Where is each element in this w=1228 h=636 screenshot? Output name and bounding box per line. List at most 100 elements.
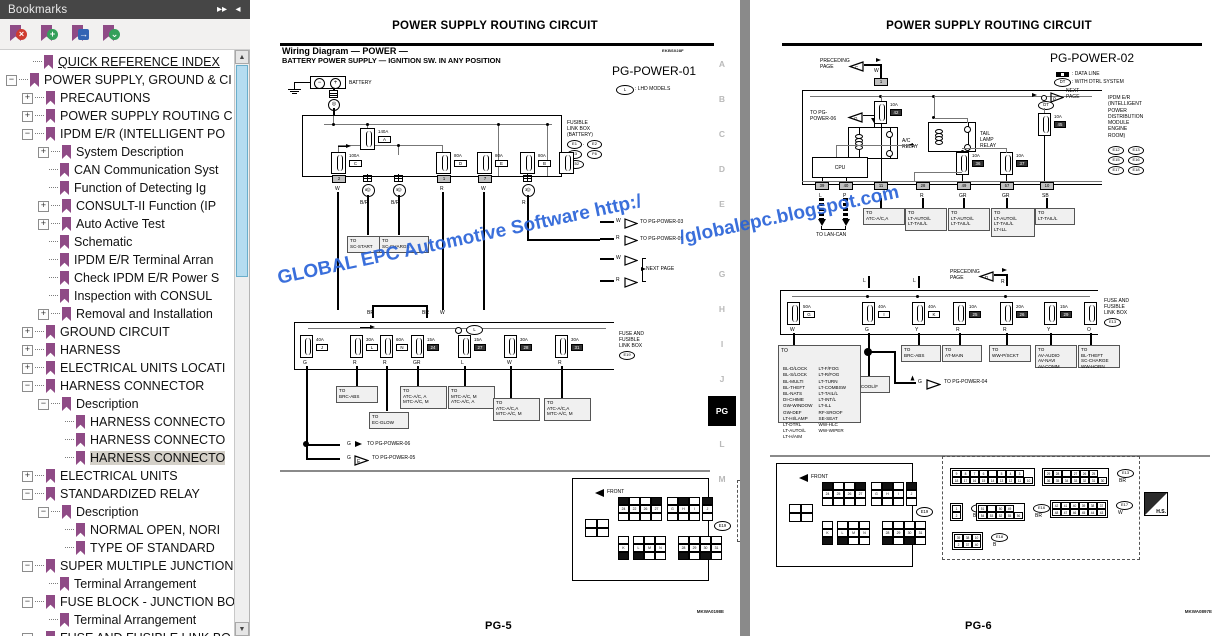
tail-lamp-relay-label: TAIL LAMP RELAY: [980, 131, 997, 149]
bookmark-item[interactable]: Function of Detecting Ig: [6, 179, 235, 197]
collapse-icon[interactable]: −: [22, 128, 33, 140]
index-tab-m[interactable]: M: [708, 461, 736, 496]
index-tab-blank[interactable]: [708, 221, 736, 256]
bookmark-item[interactable]: TYPE OF STANDARD: [6, 539, 235, 557]
expand-icon[interactable]: +: [38, 200, 49, 212]
index-tab-l[interactable]: L: [708, 426, 736, 461]
index-tab-a[interactable]: A: [708, 46, 736, 81]
connector-cell: [618, 536, 629, 544]
collapse-icon[interactable]: −: [22, 560, 33, 572]
index-tab-j[interactable]: J: [708, 361, 736, 396]
connector-e18: E18: [1128, 166, 1144, 175]
arrow-right-badge-icon: →: [78, 29, 89, 40]
collapse-icon[interactable]: −: [22, 596, 33, 608]
bookmark-item[interactable]: + Removal and Installation: [6, 305, 235, 323]
expand-icon[interactable]: +: [22, 92, 33, 104]
triangle-left-icon[interactable]: ◂: [230, 2, 246, 18]
bookmark-item[interactable]: − POWER SUPPLY, GROUND & CI: [6, 71, 235, 89]
index-tab-g[interactable]: G: [708, 256, 736, 291]
bookmark-item[interactable]: + System Description: [6, 143, 235, 161]
index-tab-h[interactable]: H: [708, 291, 736, 326]
connector-pin: 45: [1079, 509, 1088, 516]
bookmark-item[interactable]: − FUSE BLOCK - JUNCTION BO: [6, 593, 235, 611]
expand-icon[interactable]: +: [22, 344, 33, 356]
bookmark-item[interactable]: − HARNESS CONNECTOR: [6, 377, 235, 395]
bookmark-item[interactable]: HARNESS CONNECTO: [6, 431, 235, 449]
hs-label: H.S.: [1156, 509, 1166, 515]
delete-bookmark-button[interactable]: ×: [10, 24, 30, 44]
bookmark-item[interactable]: + CONSULT-II Function (IP: [6, 197, 235, 215]
connector-pin: 55: [1005, 512, 1014, 519]
scroll-up-arrow-icon[interactable]: ▲: [235, 50, 249, 64]
tree-connector: [49, 583, 58, 585]
bookmark-item[interactable]: Inspection with CONSUL: [6, 287, 235, 305]
bookmarks-tree[interactable]: QUICK REFERENCE INDEX − POWER SUPPLY, GROU…: [0, 50, 235, 636]
bookmark-item[interactable]: Terminal Arrangement: [6, 611, 235, 629]
index-tab-c[interactable]: C: [708, 116, 736, 151]
collapse-all-bookmarks-button[interactable]: ⌄: [103, 24, 123, 44]
tree-connector: [51, 151, 60, 153]
scroll-down-arrow-icon[interactable]: ▼: [235, 622, 249, 636]
expand-icon[interactable]: +: [38, 308, 49, 320]
bookmark-item[interactable]: CAN Communication Syst: [6, 161, 235, 179]
collapse-icon[interactable]: −: [38, 506, 49, 518]
connector-cell: N: [859, 529, 870, 537]
collapse-icon[interactable]: −: [22, 632, 33, 636]
bookmark-item[interactable]: NORMAL OPEN, NORI: [6, 521, 235, 539]
bookmark-item[interactable]: + HARNESS: [6, 341, 235, 359]
index-tab-e[interactable]: E: [708, 186, 736, 221]
bookmark-item[interactable]: HARNESS CONNECTO: [6, 413, 235, 431]
collapse-icon[interactable]: −: [6, 74, 17, 86]
bookmark-item[interactable]: QUICK REFERENCE INDEX: [6, 53, 235, 71]
index-tab-i[interactable]: I: [708, 326, 736, 361]
expand-icon[interactable]: +: [22, 470, 33, 482]
index-tab-pg[interactable]: PG: [708, 396, 736, 426]
index-tab-strip[interactable]: A B C D E G H I J PG L M: [708, 46, 736, 496]
bookmark-item[interactable]: − Description: [6, 503, 235, 521]
connector-cell: 28: [678, 544, 689, 552]
terminal-connector-id: E18: [991, 533, 1008, 542]
connector-pin: [988, 470, 997, 477]
expand-icon[interactable]: +: [38, 218, 49, 230]
bookmark-item[interactable]: + Auto Active Test: [6, 215, 235, 233]
tree-connector: [35, 367, 44, 369]
bookmark-item[interactable]: Schematic: [6, 233, 235, 251]
document-viewport[interactable]: POWER SUPPLY ROUTING CIRCUIT Wiring Diag…: [250, 0, 1228, 636]
expand-icon[interactable]: +: [22, 326, 33, 338]
bookmark-item[interactable]: − Description: [6, 395, 235, 413]
connector-cell: [882, 482, 893, 490]
bookmark-item[interactable]: IPDM E/R Terminal Arran: [6, 251, 235, 269]
target-big-list: BL-D/LOCK BL-S/LOCK BL-MULTI BL-THEFT BL-NAT…: [778, 345, 861, 439]
index-tab-d[interactable]: D: [708, 151, 736, 186]
bookmark-item[interactable]: − STANDARDIZED RELAY: [6, 485, 235, 503]
new-bookmark-button[interactable]: +: [41, 24, 61, 44]
expand-icon[interactable]: +: [22, 362, 33, 374]
collapse-icon[interactable]: −: [38, 398, 49, 410]
bookmark-item[interactable]: + POWER SUPPLY ROUTING C: [6, 107, 235, 125]
expand-bookmark-button[interactable]: →: [72, 24, 92, 44]
bookmark-item[interactable]: − FUSE AND FUSIBLE LINK BO: [6, 629, 235, 636]
connector-cell: M: [644, 544, 655, 552]
collapse-icon[interactable]: −: [22, 488, 33, 500]
bookmark-item[interactable]: HARNESS CONNECTO: [6, 449, 235, 467]
target-sc-charge: TO SC-CHARGE: [379, 236, 429, 253]
bookmarks-scrollbar[interactable]: ▲ ▼: [234, 50, 249, 636]
expand-icon[interactable]: +: [22, 110, 33, 122]
expand-icon[interactable]: +: [38, 146, 49, 158]
bookmark-item[interactable]: − SUPER MULTIPLE JUNCTION: [6, 557, 235, 575]
bookmark-item[interactable]: + ELECTRICAL UNITS: [6, 467, 235, 485]
connector-cell: [689, 536, 700, 544]
bookmark-item[interactable]: Check IPDM E/R Power S: [6, 269, 235, 287]
double-chevron-right-icon[interactable]: ▸▸: [214, 2, 230, 18]
terminal-49: 49: [957, 182, 971, 190]
collapse-icon[interactable]: −: [22, 380, 33, 392]
bookmark-item[interactable]: + ELECTRICAL UNITS LOCATI: [6, 359, 235, 377]
connector-cell: 29: [689, 544, 700, 552]
bookmark-item[interactable]: Terminal Arrangement: [6, 575, 235, 593]
bookmark-item[interactable]: − IPDM E/R (INTELLIGENT PO: [6, 125, 235, 143]
bookmark-item[interactable]: + GROUND CIRCUIT: [6, 323, 235, 341]
scrollbar-thumb[interactable]: [236, 65, 248, 277]
bookmark-item[interactable]: + PRECAUTIONS: [6, 89, 235, 107]
index-tab-b[interactable]: B: [708, 81, 736, 116]
